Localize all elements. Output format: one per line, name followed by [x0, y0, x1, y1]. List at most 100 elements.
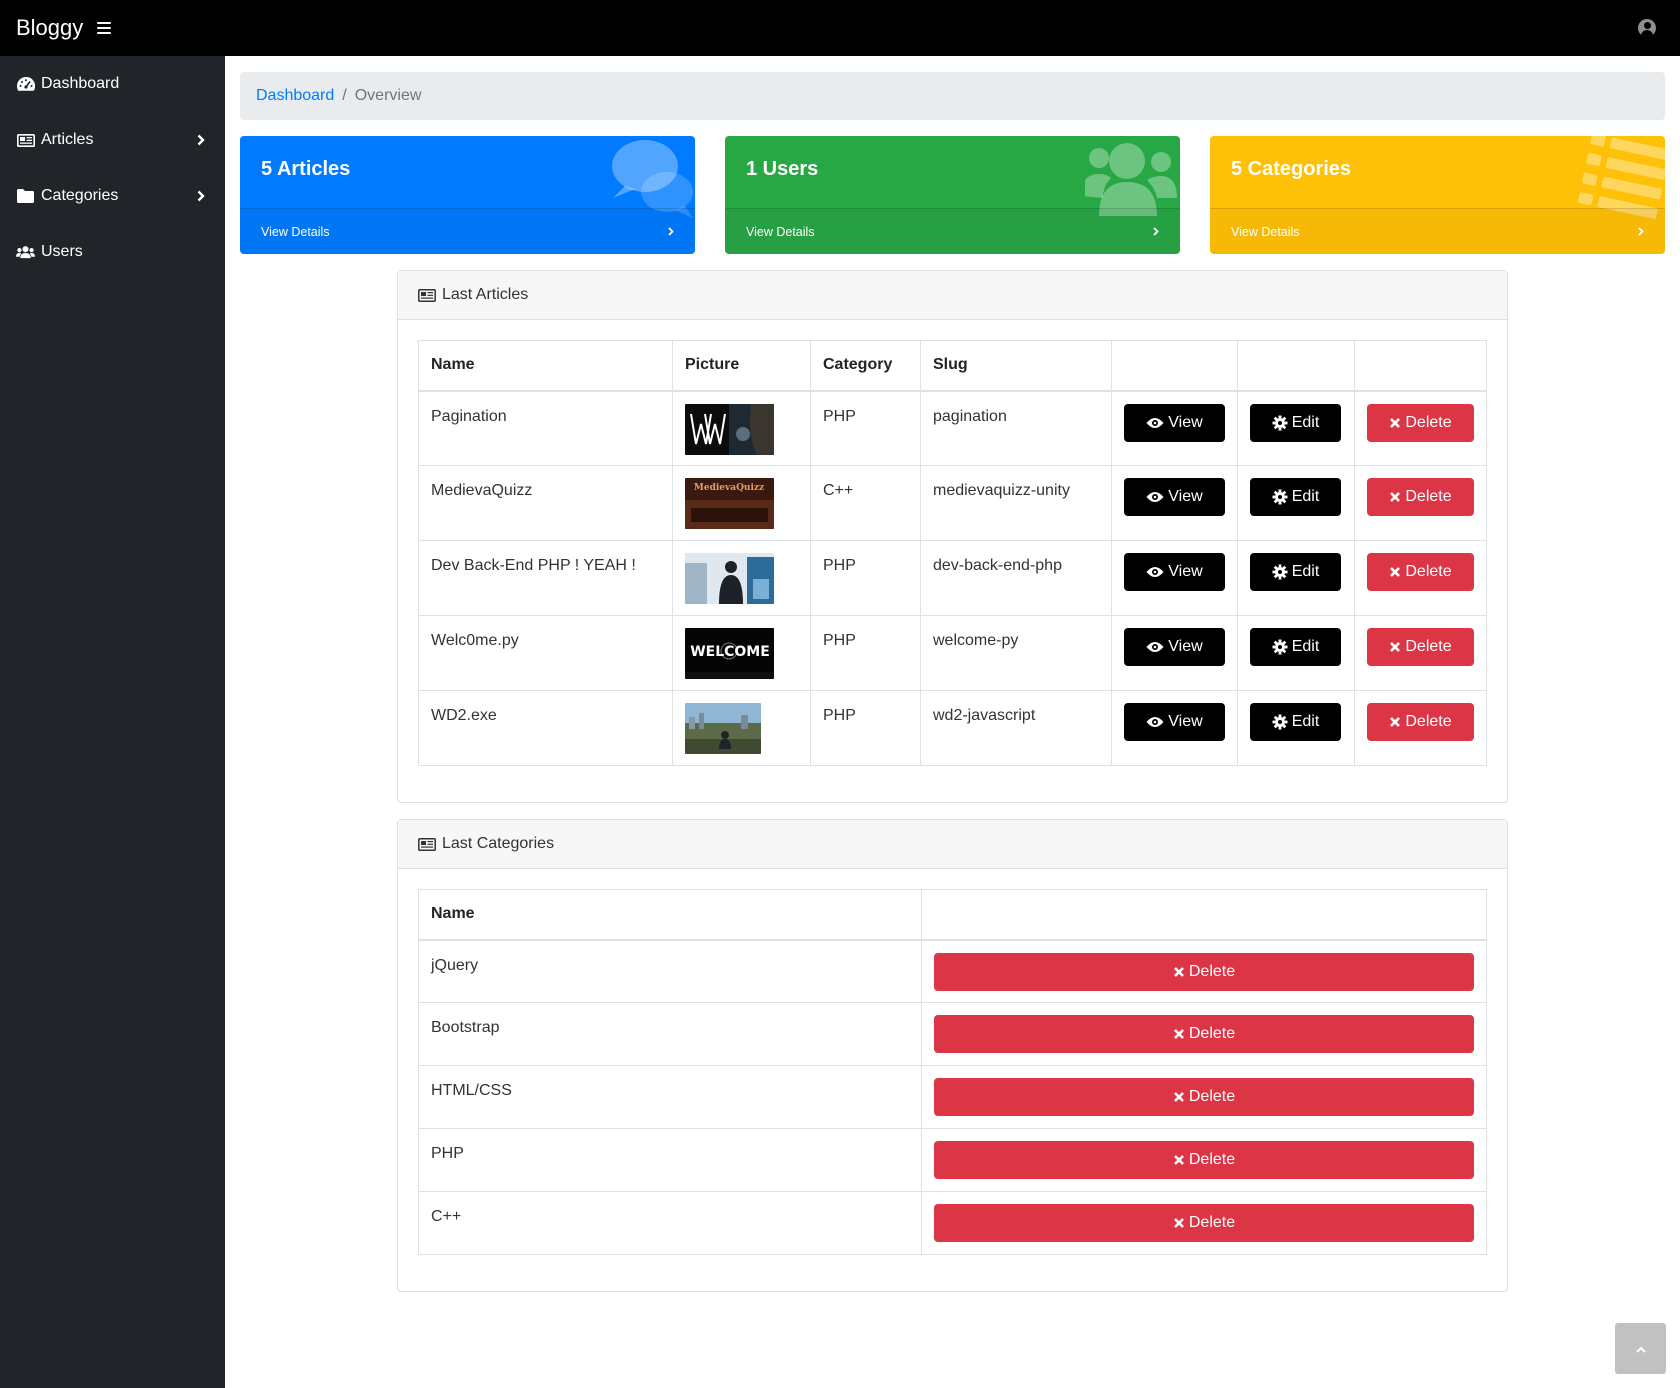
scroll-to-top-button[interactable]: [1615, 1323, 1666, 1374]
sidebar-item-dashboard[interactable]: Dashboard: [0, 56, 225, 112]
button-label: View: [1168, 713, 1203, 730]
users-count: 1 Users: [746, 158, 819, 180]
article-thumbnail: [685, 403, 774, 455]
close-icon: [1389, 491, 1401, 503]
article-category: PHP: [810, 390, 921, 466]
edit-button[interactable]: Edit: [1250, 628, 1341, 666]
article-thumbnail: WELCOME: [685, 628, 774, 679]
view-button[interactable]: View: [1124, 553, 1225, 591]
last-articles-header: Last Articles: [398, 271, 1507, 320]
eye-icon: [1146, 641, 1164, 653]
edit-button[interactable]: Edit: [1250, 478, 1341, 516]
chevron-right-icon: [197, 112, 205, 168]
edit-button[interactable]: Edit: [1250, 703, 1341, 741]
gear-icon: [1272, 714, 1288, 730]
delete-button[interactable]: Delete: [1367, 553, 1474, 591]
newspaper-icon: [418, 837, 436, 851]
eye-icon: [1146, 491, 1164, 503]
panel-title: Last Categories: [442, 835, 555, 852]
article-name: Welc0me.py: [418, 615, 673, 691]
users-view-details-link[interactable]: View Details: [725, 208, 1180, 254]
delete-button[interactable]: Delete: [1367, 628, 1474, 666]
button-label: Delete: [1188, 1151, 1236, 1168]
articles-count: 5 Articles: [261, 158, 351, 180]
article-category: PHP: [810, 690, 921, 766]
table-row: PHP Delete: [418, 1128, 1487, 1192]
top-navbar: Bloggy: [0, 0, 1680, 56]
table-row: WD2.exe PHP wd2-javascript View Edit Del…: [418, 690, 1487, 766]
articles-card: 5 Articles View Details: [240, 136, 695, 254]
sidebar-item-articles[interactable]: Articles: [0, 112, 225, 168]
button-label: View: [1168, 638, 1203, 655]
table-row: HTML/CSS Delete: [418, 1065, 1487, 1129]
delete-button[interactable]: Delete: [934, 952, 1474, 991]
gear-icon: [1272, 564, 1288, 580]
thumbnail-caption: MedievaQuizz: [694, 483, 764, 493]
category-name: jQuery: [418, 939, 922, 1003]
button-label: Edit: [1291, 563, 1320, 580]
gear-icon: [1272, 415, 1288, 431]
sidebar-item-label: Users: [41, 243, 83, 260]
delete-button[interactable]: Delete: [1367, 703, 1474, 741]
delete-button[interactable]: Delete: [934, 1078, 1474, 1116]
users-icon: [16, 244, 35, 260]
delete-button[interactable]: Delete: [1367, 403, 1474, 442]
table-row: C++ Delete: [418, 1191, 1487, 1255]
user-circle-icon[interactable]: [1638, 19, 1656, 37]
delete-button[interactable]: Delete: [934, 1141, 1474, 1179]
newspaper-icon: [16, 132, 35, 148]
article-category: C++: [810, 465, 921, 541]
button-label: Delete: [1405, 713, 1452, 730]
breadcrumb-current: Overview: [354, 87, 422, 104]
eye-icon: [1146, 566, 1164, 578]
sidebar-item-label: Articles: [41, 131, 94, 148]
eye-icon: [1146, 716, 1164, 728]
table-row: Bootstrap Delete: [418, 1002, 1487, 1066]
thumbnail-caption: WELCOME: [690, 644, 770, 660]
newspaper-icon: [418, 288, 436, 302]
column-header-name: Name: [418, 340, 673, 392]
view-button[interactable]: View: [1124, 403, 1225, 442]
article-thumbnail: MedievaQuizz: [685, 478, 774, 529]
column-header-picture: Picture: [672, 340, 811, 392]
button-label: Delete: [1405, 638, 1452, 655]
delete-button[interactable]: Delete: [1367, 478, 1474, 516]
last-articles-panel: Last Articles Name Picture Category Slug: [397, 270, 1508, 803]
articles-view-details-link[interactable]: View Details: [240, 208, 695, 254]
breadcrumb-dashboard-link[interactable]: Dashboard: [256, 87, 334, 105]
view-button[interactable]: View: [1124, 703, 1225, 741]
angle-right-icon: [1638, 225, 1644, 239]
view-button[interactable]: View: [1124, 478, 1225, 516]
edit-button[interactable]: Edit: [1250, 553, 1341, 591]
categories-card: 5 Categories View Details: [1210, 136, 1665, 254]
view-button[interactable]: View: [1124, 628, 1225, 666]
sidebar-item-users[interactable]: Users: [0, 224, 225, 280]
table-row: Dev Back-End PHP ! YEAH ! PHP dev-back-e…: [418, 540, 1487, 616]
view-details-label: View Details: [1231, 224, 1300, 239]
button-label: Edit: [1291, 413, 1320, 431]
brand-logo[interactable]: Bloggy: [16, 15, 83, 41]
breadcrumb-separator: /: [342, 87, 347, 104]
article-name: Pagination: [418, 390, 673, 466]
categories-table: Name jQuery Delete Bootstrap Delete HTML…: [418, 889, 1487, 1255]
button-label: Delete: [1405, 488, 1452, 505]
column-header-empty: [1354, 340, 1487, 392]
delete-button[interactable]: Delete: [934, 1015, 1474, 1053]
menu-toggle-icon[interactable]: [97, 22, 112, 34]
article-slug: medievaquizz-unity: [920, 465, 1112, 541]
edit-button[interactable]: Edit: [1250, 403, 1341, 442]
delete-button[interactable]: Delete: [934, 1204, 1474, 1242]
article-slug: welcome-py: [920, 615, 1112, 691]
sidebar-item-label: Dashboard: [41, 75, 120, 92]
button-label: Edit: [1291, 638, 1320, 655]
article-name: WD2.exe: [418, 690, 673, 766]
categories-view-details-link[interactable]: View Details: [1210, 208, 1665, 254]
sidebar-item-categories[interactable]: Categories: [0, 168, 225, 224]
article-slug: dev-back-end-php: [920, 540, 1112, 616]
categories-count: 5 Categories: [1231, 158, 1352, 180]
button-label: Delete: [1188, 1214, 1236, 1231]
button-label: View: [1168, 413, 1203, 431]
column-header-empty: [1111, 340, 1238, 392]
table-row: jQuery Delete: [418, 939, 1487, 1003]
article-name: MedievaQuizz: [418, 465, 673, 541]
